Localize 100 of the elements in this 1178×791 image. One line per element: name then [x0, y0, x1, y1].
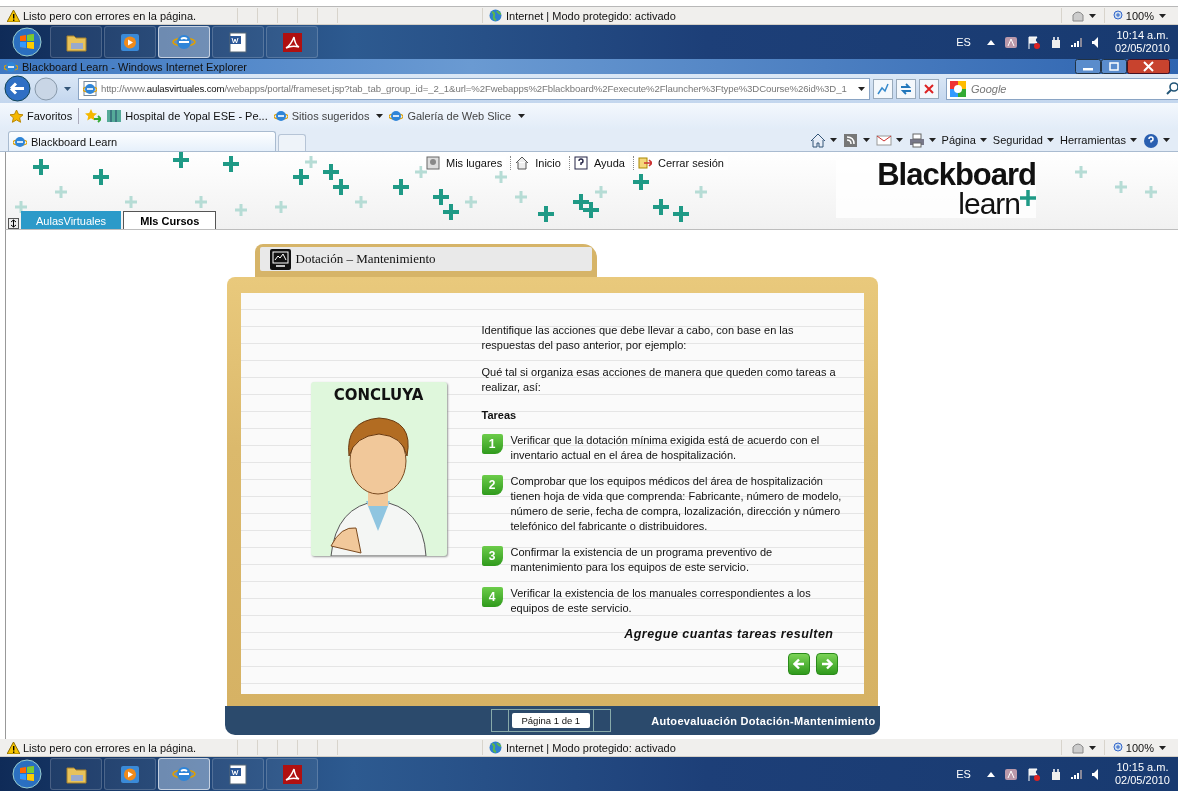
command-menu[interactable]: Seguridad: [992, 134, 1054, 146]
globe-icon: [489, 741, 502, 754]
browser-tab[interactable]: Blackboard Learn: [8, 131, 276, 151]
add-to-favorites-icon[interactable]: [85, 109, 102, 123]
start-button[interactable]: [12, 27, 42, 57]
clock-time: 10:15 a.m.: [1116, 761, 1169, 774]
caret-icon[interactable]: [979, 138, 987, 142]
mail-button[interactable]: [875, 132, 903, 148]
refresh-button[interactable]: [896, 78, 916, 99]
help-icon: [1143, 132, 1159, 148]
language-indicator[interactable]: ES: [956, 768, 971, 780]
speaker-icon[interactable]: [1091, 36, 1098, 48]
home-icon: [515, 156, 530, 170]
clock[interactable]: 10:15 a.m. 02/05/2010: [1114, 761, 1170, 787]
search-icon[interactable]: [1166, 81, 1178, 95]
search-field[interactable]: Google: [946, 77, 1178, 100]
favorites-link[interactable]: Sitios sugeridos: [273, 109, 384, 123]
plus-icon: [323, 164, 339, 180]
security-zone-text: Internet | Modo protegido: activado: [506, 9, 676, 22]
taskbar-button[interactable]: [266, 26, 318, 58]
signal-icon[interactable]: [1070, 37, 1083, 47]
browser-icon: [273, 109, 288, 123]
flag-icon[interactable]: [1026, 35, 1041, 49]
star-icon: [10, 109, 23, 123]
favorites-link[interactable]: Galería de Web Slice: [389, 109, 526, 123]
minimize-button[interactable]: [1075, 59, 1101, 74]
task-text: Verificar que la dotación mínima exigida está de acuerdo con el inventario actual en el área de hospitalización.: [510, 433, 821, 463]
language-indicator[interactable]: ES: [956, 36, 971, 48]
caret-icon[interactable]: [895, 138, 903, 142]
home-button[interactable]: [809, 132, 837, 148]
word-icon: [226, 762, 250, 786]
caret-icon[interactable]: [1163, 138, 1170, 142]
caret-icon[interactable]: [1159, 13, 1166, 18]
taskbar-button[interactable]: [212, 758, 264, 790]
plus-icon: [443, 204, 459, 220]
compatibility-view-button[interactable]: [873, 78, 893, 99]
address-field[interactable]: http://www.aulasvirtuales.com/webapps/portal/frameset.jsp?tab_tab_group_id=_2_1&url=%2Fwebapps%2Fblackboard%2Fexecute%2Flauncher%3Ftype%3DCourse%26id%3D_1: [78, 77, 870, 100]
favorites-link[interactable]: Hospital de Yopal ESE - Pe...: [107, 109, 268, 123]
close-button[interactable]: [1127, 59, 1170, 74]
tray-app-icon[interactable]: [1003, 35, 1018, 49]
start-button[interactable]: [12, 759, 42, 789]
plus-icon: [235, 204, 247, 216]
print-icon: [908, 132, 925, 148]
clock[interactable]: 10:14 a.m. 02/05/2010: [1114, 29, 1170, 55]
caret-icon[interactable]: [862, 138, 870, 142]
expand-icon[interactable]: [8, 218, 19, 229]
plus-icon: [583, 202, 599, 218]
caret-icon[interactable]: [1159, 745, 1166, 750]
plus-icon: [223, 156, 239, 172]
taskbar-button[interactable]: [50, 758, 102, 790]
maximize-button[interactable]: [1101, 59, 1127, 74]
warning-icon: [7, 9, 20, 22]
plus-icon: [33, 159, 49, 175]
plus-icon: [515, 191, 527, 203]
show-hidden-icons-icon[interactable]: [986, 39, 995, 45]
signal-icon[interactable]: [1070, 769, 1083, 779]
instruction-text: Qué tal si organiza esas acciones de manera que queden como tareas a realizar, así:: [481, 365, 837, 395]
caret-icon[interactable]: [376, 114, 384, 118]
taskbar-button[interactable]: [104, 26, 156, 58]
caret-icon[interactable]: [1088, 13, 1096, 18]
plus-icon: [293, 169, 309, 185]
plus-icon: [55, 186, 67, 198]
stop-button[interactable]: [919, 78, 939, 99]
caret-icon[interactable]: [1130, 138, 1137, 142]
caret-icon[interactable]: [928, 138, 936, 142]
command-menu[interactable]: Página: [941, 134, 987, 146]
taskbar-button[interactable]: [212, 26, 264, 58]
logout-icon: [637, 156, 652, 170]
task-number-badge: 3: [481, 546, 503, 566]
power-plug-icon[interactable]: [1049, 35, 1062, 49]
plus-icon: [673, 206, 689, 222]
print-button[interactable]: [908, 132, 936, 148]
favorites-button[interactable]: Favoritos: [10, 109, 73, 123]
command-menu[interactable]: Herramientas: [1059, 134, 1137, 146]
places-icon: [426, 156, 440, 170]
caret-icon[interactable]: [518, 114, 526, 118]
plus-icon: [195, 196, 207, 208]
back-button[interactable]: [4, 75, 31, 102]
help-button[interactable]: [1143, 132, 1170, 148]
caret-icon[interactable]: [829, 138, 837, 142]
flag-icon[interactable]: [1026, 767, 1041, 781]
speaker-icon[interactable]: [1091, 768, 1098, 780]
plus-icon: [433, 189, 449, 205]
show-hidden-icons-icon[interactable]: [986, 771, 995, 777]
zoom-button[interactable]: 100%: [1103, 8, 1178, 23]
arrow-left-icon: [792, 658, 805, 670]
caret-icon[interactable]: [1046, 138, 1054, 142]
caret-icon[interactable]: [1088, 745, 1096, 750]
caret-icon[interactable]: [858, 86, 865, 91]
course-tab[interactable]: MIs Cursos: [123, 211, 217, 229]
taskbar-button[interactable]: [50, 26, 102, 58]
previous-button[interactable]: [787, 653, 810, 675]
plus-icon: [1020, 190, 1036, 206]
power-plug-icon[interactable]: [1049, 767, 1062, 781]
taskbar-button[interactable]: [266, 758, 318, 790]
tray-app-icon[interactable]: [1003, 767, 1018, 781]
next-button[interactable]: [815, 653, 838, 675]
zoom-button[interactable]: 100%: [1103, 740, 1178, 755]
feed-button[interactable]: [842, 132, 870, 148]
taskbar-button[interactable]: [104, 758, 156, 790]
